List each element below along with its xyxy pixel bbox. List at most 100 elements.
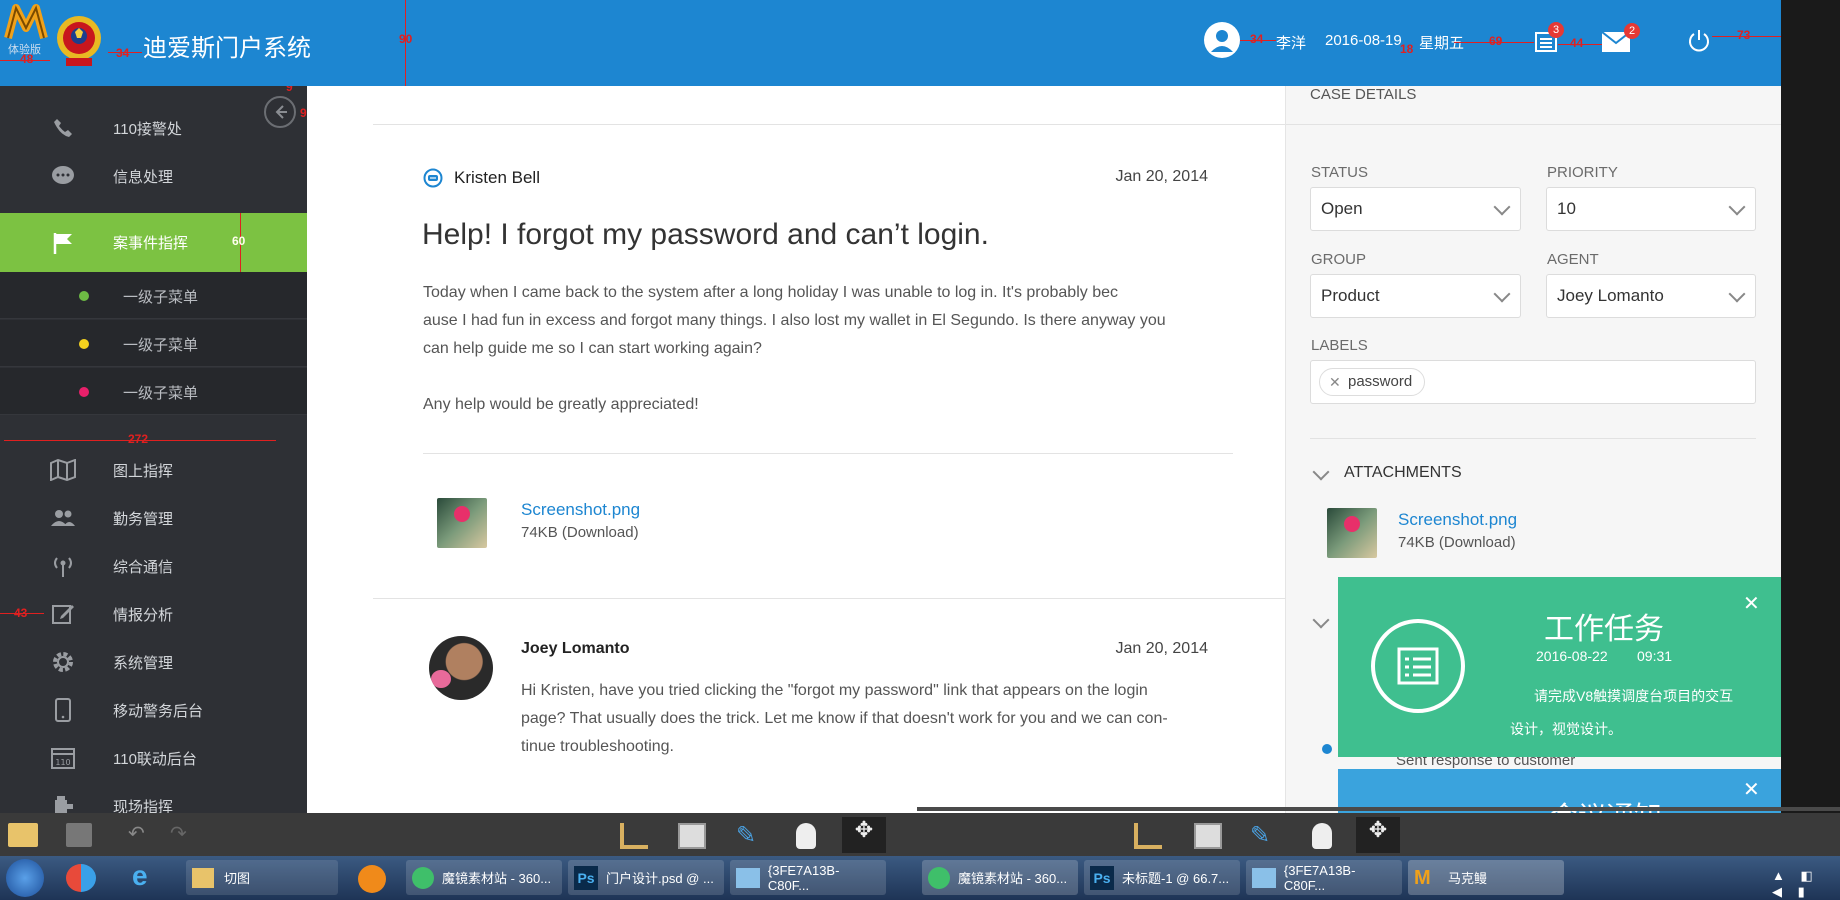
ruler-icon[interactable] bbox=[620, 823, 648, 849]
chevron-down-icon bbox=[1728, 198, 1746, 216]
sidebar-item-system[interactable]: 系统管理 bbox=[0, 638, 307, 686]
move-icon[interactable]: ✥ bbox=[1356, 817, 1400, 853]
sidebar-item-110-linkage[interactable]: 110 110联动后台 bbox=[0, 734, 307, 782]
label-tag-text: password bbox=[1348, 373, 1413, 390]
label-tag[interactable]: ✕ password bbox=[1319, 368, 1426, 396]
sidebar-item-map-command[interactable]: 图上指挥 bbox=[0, 446, 307, 494]
rectangle-icon[interactable] bbox=[1194, 823, 1222, 849]
task-notification[interactable]: 工作任务 2016-08-22 09:31 请完成V8触摸调度台项目的交互 设计… bbox=[1338, 577, 1781, 757]
message-body-line: Hi Kristen, have you tried clicking the … bbox=[521, 682, 1148, 699]
taskbar-item-label: {3FE7A13B-C80F... bbox=[767, 862, 840, 893]
taskbar-item-label: {3FE7A13B-C80F... bbox=[1283, 862, 1356, 893]
attachment-thumbnail[interactable] bbox=[437, 498, 487, 548]
eraser-icon[interactable] bbox=[1312, 823, 1332, 849]
task-list-icon bbox=[1371, 619, 1465, 713]
move-icon[interactable]: ✥ bbox=[842, 817, 886, 853]
user-avatar-icon[interactable] bbox=[1204, 22, 1240, 58]
message-date: Jan 20, 2014 bbox=[1115, 168, 1208, 185]
taskbar-item[interactable]: 切图 bbox=[186, 860, 338, 895]
app-title: 迪爱斯门户系统 bbox=[143, 35, 311, 62]
attachment-thumbnail[interactable] bbox=[1327, 508, 1377, 558]
redo-icon[interactable]: ↷ bbox=[170, 821, 187, 846]
sidebar-item-110[interactable]: 110接警处 bbox=[0, 104, 307, 152]
mobile-phone-icon bbox=[48, 695, 78, 725]
close-icon[interactable]: ✕ bbox=[1743, 591, 1760, 616]
submenu-label: 一级子菜单 bbox=[123, 289, 199, 306]
power-icon[interactable] bbox=[1686, 28, 1712, 54]
sidebar-item-label: 移动警务后台 bbox=[113, 702, 204, 720]
sidebar-item-intel[interactable]: 情报分析 bbox=[0, 590, 307, 638]
close-icon[interactable]: ✕ bbox=[1743, 777, 1760, 802]
police-emblem-icon bbox=[54, 14, 104, 68]
attachments-heading[interactable]: ATTACHMENTS bbox=[1344, 464, 1462, 482]
orange-app-icon[interactable] bbox=[358, 865, 386, 893]
divider bbox=[1310, 438, 1756, 439]
tray-icons[interactable]: ▲ ◧ ◀ ▮ bbox=[1772, 868, 1840, 900]
priority-select[interactable]: 10 bbox=[1546, 187, 1756, 231]
status-dot bbox=[79, 339, 89, 349]
submenu-item[interactable]: 一级子菜单 bbox=[0, 272, 307, 319]
status-label: STATUS bbox=[1311, 164, 1368, 181]
group-select[interactable]: Product bbox=[1310, 274, 1521, 318]
eraser-icon[interactable] bbox=[796, 823, 816, 849]
message-body-line: can help guide me so I can start working… bbox=[423, 340, 762, 357]
taskbar-item[interactable]: {3FE7A13B-C80F... bbox=[730, 860, 886, 895]
measure-label: 73 bbox=[1737, 28, 1751, 42]
user-name[interactable]: 李洋 bbox=[1276, 32, 1306, 53]
start-button-icon[interactable] bbox=[6, 859, 44, 897]
attachment-meta[interactable]: 74KB (Download) bbox=[1398, 534, 1516, 551]
sidebar-item-comms[interactable]: 综合通信 bbox=[0, 542, 307, 590]
chat-bubble-icon bbox=[48, 161, 78, 191]
pen-icon[interactable]: ✎ bbox=[1250, 821, 1270, 850]
save-icon[interactable] bbox=[66, 823, 92, 847]
taskbar-item[interactable]: M 马克鳗 bbox=[1408, 860, 1564, 895]
taskbar-item[interactable]: 魔镜素材站 - 360... bbox=[406, 860, 562, 895]
taskbar-item[interactable]: 魔镜素材站 - 360... bbox=[922, 860, 1078, 895]
taskbar-item[interactable]: {3FE7A13B-C80F... bbox=[1246, 860, 1402, 895]
message-date: Jan 20, 2014 bbox=[1115, 640, 1208, 657]
app-logo bbox=[4, 2, 50, 44]
header-date: 2016-08-19 bbox=[1325, 32, 1402, 49]
channel-icon bbox=[423, 168, 443, 188]
submenu-item[interactable]: 一级子菜单 bbox=[0, 320, 307, 367]
status-select[interactable]: Open bbox=[1310, 187, 1521, 231]
attachment-link[interactable]: Screenshot.png bbox=[521, 500, 640, 520]
app-icon[interactable] bbox=[66, 864, 96, 892]
message-author[interactable]: Joey Lomanto bbox=[521, 640, 629, 658]
photoshop-icon: Ps bbox=[1090, 865, 1114, 890]
sidebar-item-field-command[interactable]: 现场指挥 bbox=[0, 782, 307, 813]
agent-select[interactable]: Joey Lomanto bbox=[1546, 274, 1756, 318]
sidebar-item-duty[interactable]: 勤务管理 bbox=[0, 494, 307, 542]
group-label: GROUP bbox=[1311, 251, 1367, 268]
undo-icon[interactable]: ↶ bbox=[128, 821, 145, 846]
ruler-icon[interactable] bbox=[1134, 823, 1162, 849]
divider bbox=[373, 598, 1285, 599]
labels-input[interactable]: ✕ password bbox=[1310, 360, 1756, 404]
windows-taskbar: e 切图 魔镜素材站 - 360... Ps 门户设计.psd @ ... {3F… bbox=[0, 856, 1840, 900]
sidebar-item-case-command[interactable]: 案事件指挥 bbox=[0, 213, 307, 272]
submenu-item[interactable]: 一级子菜单 bbox=[0, 368, 307, 415]
ie-icon[interactable]: e bbox=[132, 860, 148, 892]
measure-label: 18 bbox=[1400, 42, 1414, 56]
sidebar: 9 9 110接警处 信息处理 案事件指挥 60 一级子菜单 一级子菜单 一级子… bbox=[0, 86, 307, 813]
folder-icon[interactable] bbox=[8, 823, 38, 847]
folder-icon bbox=[192, 867, 214, 888]
chevron-down-icon[interactable] bbox=[1312, 611, 1330, 629]
sidebar-item-label: 系统管理 bbox=[113, 654, 174, 672]
sidebar-item-info[interactable]: 信息处理 bbox=[0, 152, 307, 200]
gear-icon bbox=[48, 647, 78, 677]
pen-icon[interactable]: ✎ bbox=[736, 821, 756, 850]
measure-label: 90 bbox=[399, 32, 413, 46]
taskbar-item[interactable]: Ps 门户设计.psd @ ... bbox=[568, 860, 724, 895]
attachment-link[interactable]: Screenshot.png bbox=[1398, 510, 1517, 530]
task-count-badge: 3 bbox=[1548, 22, 1564, 38]
message-author[interactable]: Kristen Bell bbox=[454, 168, 540, 188]
chevron-down-icon[interactable] bbox=[1312, 463, 1330, 481]
taskbar-item[interactable]: Ps 未标题-1 @ 66.7... bbox=[1084, 860, 1240, 895]
sidebar-item-mobile[interactable]: 移动警务后台 bbox=[0, 686, 307, 734]
map-icon bbox=[48, 455, 78, 485]
right-margin bbox=[1781, 0, 1840, 813]
rectangle-icon[interactable] bbox=[678, 823, 706, 849]
attachment-meta[interactable]: 74KB (Download) bbox=[521, 524, 639, 541]
remove-tag-icon[interactable]: ✕ bbox=[1329, 374, 1341, 391]
